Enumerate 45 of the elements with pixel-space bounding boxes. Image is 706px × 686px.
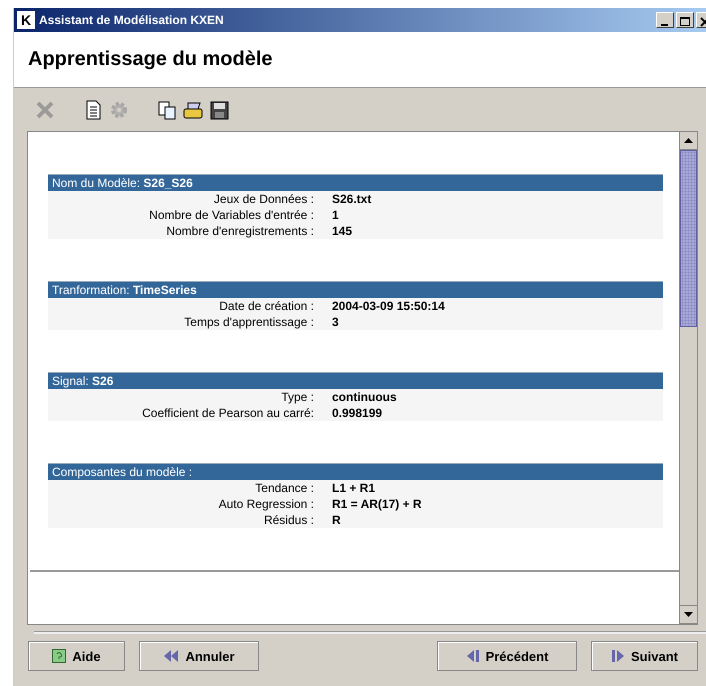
scroll-up-icon[interactable] <box>684 138 693 143</box>
section-header: Tranformation: TimeSeries <box>48 281 663 298</box>
field-value: S26.txt <box>332 191 372 207</box>
help-icon <box>52 649 66 663</box>
field-label: Jeux de Données : <box>212 191 314 207</box>
window-title: Assistant de Modélisation KXEN <box>39 13 225 27</box>
field-value: continuous <box>332 389 398 405</box>
next-button[interactable]: Suivant <box>591 641 698 671</box>
field-label: Tendance : <box>254 480 314 496</box>
next-icon <box>611 649 626 663</box>
copy-icon[interactable] <box>156 98 178 120</box>
cancel-button[interactable]: Annuler <box>139 641 259 671</box>
app-logo: K <box>17 11 35 29</box>
field-value: 1 <box>332 207 340 223</box>
field-label: Coefficient de Pearson au carré: <box>141 405 314 421</box>
save-icon[interactable] <box>208 98 230 120</box>
scroll-down-icon[interactable] <box>684 612 693 617</box>
section-header: Signal: S26 <box>48 372 663 389</box>
scrollbar[interactable] <box>679 132 697 624</box>
field-value: 2004-03-09 15:50:14 <box>332 298 446 314</box>
maximize-icon <box>680 16 690 27</box>
field-value: 145 <box>332 223 354 239</box>
section-header: Composantes du modèle : <box>48 463 663 480</box>
field-label: Nombre de Variables d'entrée : <box>148 207 314 223</box>
section-header: Nom du Modèle: S26_S26 <box>48 174 663 191</box>
minimize-button[interactable] <box>656 12 674 28</box>
field-label: Temps d'apprentissage : <box>183 314 314 330</box>
field-label: Nombre d'enregistrements : <box>165 223 314 239</box>
field-value: 0.998199 <box>332 405 384 421</box>
field-label: Type : <box>280 389 314 405</box>
page-title: Apprentissage du modèle <box>28 48 272 71</box>
rewind-icon <box>163 649 180 663</box>
field-value: 3 <box>332 314 340 330</box>
help-button[interactable]: Aide <box>28 641 125 671</box>
field-label: Résidus : <box>262 512 314 528</box>
field-label: Date de création : <box>218 298 314 314</box>
field-value: R1 = AR(17) + R <box>332 496 423 512</box>
field-value: L1 + R1 <box>332 480 376 496</box>
previous-icon <box>466 649 480 663</box>
maximize-button[interactable] <box>676 12 694 28</box>
scroll-thumb[interactable] <box>680 150 697 327</box>
field-value: R <box>332 512 342 528</box>
previous-button[interactable]: Précédent <box>437 641 577 671</box>
field-label: Auto Regression : <box>218 496 314 512</box>
minimize-icon <box>661 23 669 27</box>
